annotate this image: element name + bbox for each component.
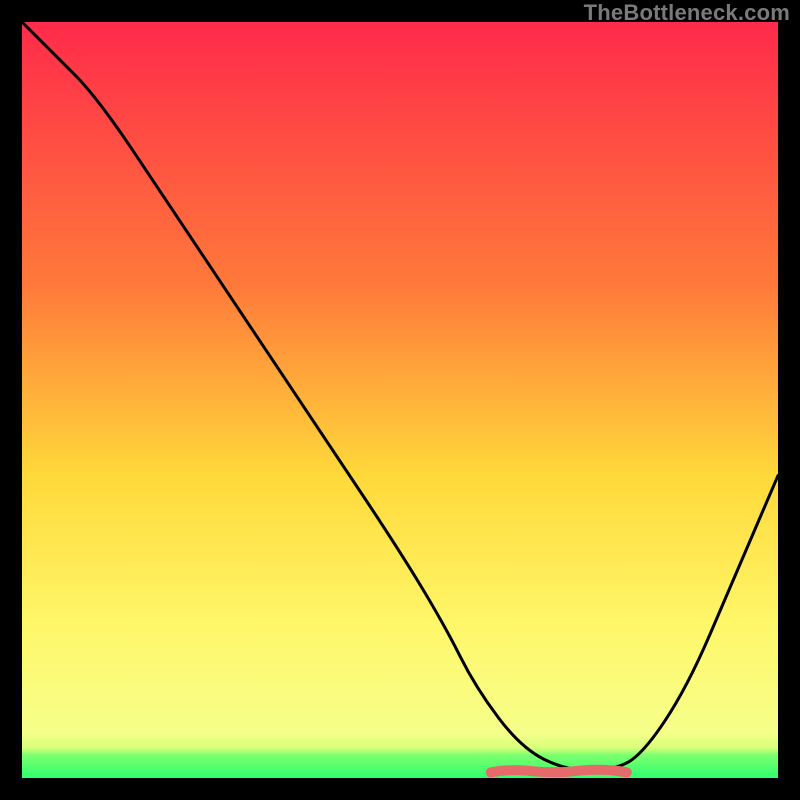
plot-svg	[22, 22, 778, 778]
optimal-range-highlight	[491, 770, 627, 773]
chart-frame: TheBottleneck.com	[0, 0, 800, 800]
gradient-background	[22, 22, 778, 778]
watermark-text: TheBottleneck.com	[584, 0, 790, 26]
plot-area	[22, 22, 778, 778]
